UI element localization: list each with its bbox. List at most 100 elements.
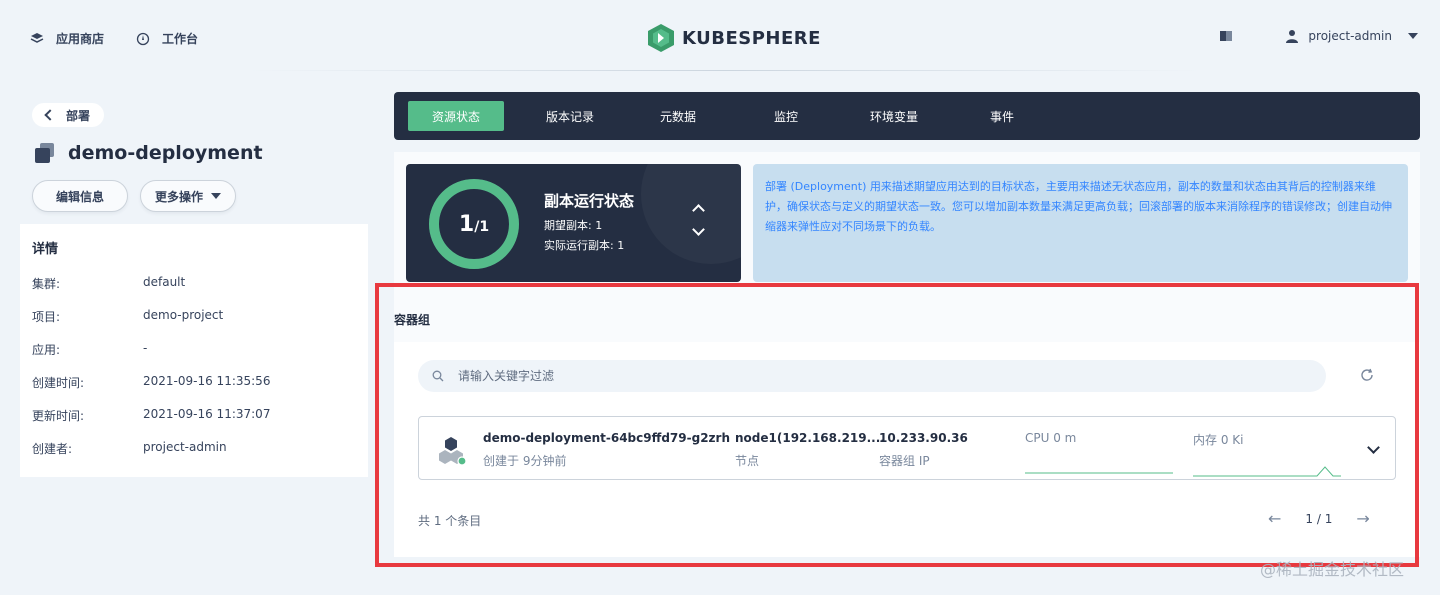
- node-value: node1(192.168.219....: [735, 431, 885, 445]
- top-divider: [250, 70, 1200, 71]
- chevron-down-icon: [211, 193, 221, 199]
- pods-card: demo-deployment-64bc9ffd79-g2zrh 创建于 9分钟…: [394, 342, 1420, 557]
- detail-row-project: 项目: demo-project: [32, 308, 356, 341]
- detail-value: -: [143, 341, 148, 355]
- documentation-icon[interactable]: [1218, 28, 1234, 44]
- refresh-icon[interactable]: [1358, 366, 1376, 384]
- app-store-label: 应用商店: [56, 32, 105, 46]
- ip-label: 容器组 IP: [879, 454, 930, 468]
- page-indicator: 1 / 1: [1305, 512, 1333, 526]
- action-buttons: 编辑信息 更多操作: [32, 180, 236, 212]
- detail-row-app: 应用: -: [32, 341, 356, 374]
- more-actions-label: 更多操作: [154, 189, 203, 204]
- search-icon: [432, 370, 444, 382]
- detail-key: 创建时间:: [32, 376, 85, 390]
- kubesphere-logo-icon: [648, 24, 674, 52]
- prev-page-icon[interactable]: ←: [1268, 511, 1281, 527]
- replica-total: /1: [474, 219, 490, 235]
- kubesphere-logo[interactable]: KUBESPHERE: [648, 24, 821, 52]
- cpu-usage: CPU 0 m: [1025, 431, 1173, 478]
- tab-environment-variables[interactable]: 环境变量: [840, 101, 948, 131]
- pod-icon: [439, 437, 467, 465]
- tab-events[interactable]: 事件: [948, 101, 1056, 131]
- detail-row-creator: 创建者: project-admin: [32, 440, 356, 473]
- detail-value: default: [143, 275, 186, 289]
- logo-text: KUBESPHERE: [682, 27, 821, 49]
- details-card: 详情 集群: default 项目: demo-project 应用: - 创建…: [20, 224, 368, 477]
- app-store-link[interactable]: 应用商店: [30, 30, 104, 47]
- resource-title: demo-deployment: [34, 142, 263, 164]
- resource-status-panel: 1 /1 副本运行状态 期望副本: 1 实际运行副本: 1 部署 (Deploy…: [394, 152, 1420, 557]
- pods-section-title: 容器组: [394, 313, 431, 327]
- user-icon: [1286, 30, 1299, 43]
- watermark: @稀土掘金技术社区: [1260, 560, 1405, 579]
- back-label: 部署: [66, 108, 91, 123]
- tab-revision-records[interactable]: 版本记录: [516, 101, 624, 131]
- decorative-circle: [641, 164, 741, 264]
- replica-stepper: [692, 204, 708, 236]
- deployment-description: 部署 (Deployment) 用来描述期望应用达到的目标状态，主要用来描述无状…: [753, 164, 1408, 282]
- left-panel: 部署 demo-deployment 编辑信息 更多操作 详情 集群: defa…: [20, 92, 368, 477]
- app-store-icon: [30, 32, 44, 43]
- tab-bar: 资源状态 版本记录 元数据 监控 环境变量 事件: [394, 92, 1420, 140]
- chevron-left-icon: [44, 109, 56, 121]
- chevron-up-icon[interactable]: [692, 204, 705, 217]
- chevron-down-icon[interactable]: [692, 223, 705, 236]
- node-label: 节点: [735, 454, 760, 468]
- detail-value: 2021-09-16 11:35:56: [143, 374, 271, 388]
- cpu-sparkline: [1025, 472, 1173, 474]
- user-menu[interactable]: project-admin: [1286, 29, 1418, 43]
- actual-replicas: 实际运行副本: 1: [544, 239, 625, 252]
- search-bar[interactable]: [418, 360, 1326, 392]
- detail-row-created: 创建时间: 2021-09-16 11:35:56: [32, 374, 356, 407]
- pod-name[interactable]: demo-deployment-64bc9ffd79-g2zrh: [483, 431, 730, 445]
- deployment-icon: [35, 143, 54, 163]
- replica-ring-label: 1 /1: [428, 178, 520, 270]
- user-name: project-admin: [1308, 29, 1392, 43]
- detail-value: 2021-09-16 11:37:07: [143, 407, 271, 421]
- chevron-down-icon[interactable]: [1367, 441, 1380, 454]
- next-page-icon[interactable]: →: [1356, 511, 1369, 527]
- replica-status-info: 副本运行状态 期望副本: 1 实际运行副本: 1: [544, 190, 634, 253]
- detail-key: 应用:: [32, 343, 61, 357]
- tab-resource-status[interactable]: 资源状态: [408, 101, 504, 131]
- detail-row-cluster: 集群: default: [32, 275, 356, 308]
- pod-ip: 10.233.90.36 容器组 IP: [879, 431, 968, 469]
- cpu-label: CPU 0 m: [1025, 431, 1077, 445]
- detail-key: 集群:: [32, 277, 61, 291]
- top-bar: 应用商店 工作台 KUBESPHERE project-admin: [0, 0, 1440, 76]
- pod-node: node1(192.168.219.... 节点: [735, 431, 885, 469]
- replica-count: 1: [458, 211, 475, 237]
- top-nav: 应用商店 工作台: [30, 30, 198, 47]
- detail-row-updated: 更新时间: 2021-09-16 11:37:07: [32, 407, 356, 440]
- pod-created: 创建于 9分钟前: [483, 454, 567, 468]
- detail-key: 更新时间:: [32, 409, 85, 423]
- total-count: 共 1 个条目: [418, 514, 482, 528]
- replica-status-title: 副本运行状态: [544, 192, 635, 210]
- tab-monitoring[interactable]: 监控: [732, 101, 840, 131]
- workbench-icon: [136, 32, 150, 45]
- workbench-label: 工作台: [162, 32, 199, 46]
- page-title: demo-deployment: [68, 142, 263, 164]
- pagination: ← 1 / 1 →: [1268, 511, 1370, 527]
- top-right: project-admin: [1218, 28, 1418, 44]
- edit-info-button[interactable]: 编辑信息: [32, 180, 128, 212]
- detail-key: 创建者:: [32, 442, 73, 456]
- memory-usage: 内存 0 Ki: [1193, 431, 1341, 481]
- detail-value: demo-project: [143, 308, 224, 322]
- memory-label: 内存 0 Ki: [1193, 433, 1244, 447]
- tab-metadata[interactable]: 元数据: [624, 101, 732, 131]
- search-input[interactable]: [458, 369, 1058, 383]
- desired-replicas: 期望副本: 1: [544, 219, 603, 232]
- ip-value: 10.233.90.36: [879, 431, 968, 445]
- detail-key: 项目:: [32, 310, 61, 324]
- replica-status-card: 1 /1 副本运行状态 期望副本: 1 实际运行副本: 1: [406, 164, 741, 282]
- back-button[interactable]: 部署: [32, 103, 105, 127]
- details-title: 详情: [32, 242, 59, 257]
- memory-sparkline: [1193, 466, 1341, 477]
- more-actions-button[interactable]: 更多操作: [140, 180, 236, 212]
- pod-row[interactable]: demo-deployment-64bc9ffd79-g2zrh 创建于 9分钟…: [418, 416, 1396, 480]
- workbench-link[interactable]: 工作台: [136, 30, 198, 47]
- chevron-down-icon: [1408, 33, 1418, 39]
- detail-value: project-admin: [143, 440, 227, 454]
